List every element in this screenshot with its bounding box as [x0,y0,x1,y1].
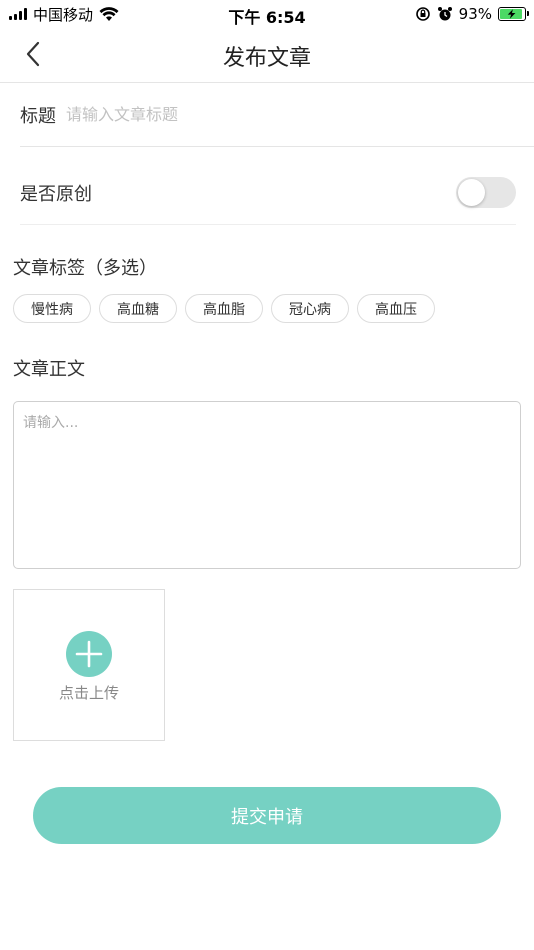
upload-button[interactable]: 点击上传 [13,589,165,741]
toggle-knob [458,179,485,206]
charging-bolt-icon [507,9,516,19]
original-label: 是否原创 [20,183,92,205]
alarm-icon [437,7,452,21]
page-title: 发布文章 [222,46,311,71]
title-input[interactable] [66,105,486,124]
upload-label: 点击上传 [58,684,119,702]
body-label: 文章正文 [13,359,85,380]
body-textarea[interactable] [14,402,520,568]
submit-button[interactable]: 提交申请 [33,787,501,844]
tag-list: 慢性病 高血糖 高血脂 冠心病 高血压 [13,294,435,323]
tag-chip[interactable]: 冠心病 [271,294,349,323]
body-textarea-wrapper [13,401,521,569]
battery-icon [498,7,529,21]
tag-chip[interactable]: 高血糖 [99,294,177,323]
plus-icon [66,631,112,677]
tag-chip[interactable]: 高血压 [357,294,435,323]
orientation-lock-icon [415,7,430,21]
title-row: 标题 [20,83,534,147]
nav-bar: 发布文章 [0,28,534,83]
original-toggle[interactable] [456,177,516,208]
tag-chip[interactable]: 慢性病 [13,294,91,323]
battery-percent: 93% [458,5,492,23]
title-label: 标题 [20,105,56,127]
tag-chip[interactable]: 高血脂 [185,294,263,323]
status-bar: 中国移动 下午 6:54 93% [0,0,534,28]
tags-label: 文章标签（多选） [13,258,157,279]
original-row: 是否原创 [20,161,516,225]
